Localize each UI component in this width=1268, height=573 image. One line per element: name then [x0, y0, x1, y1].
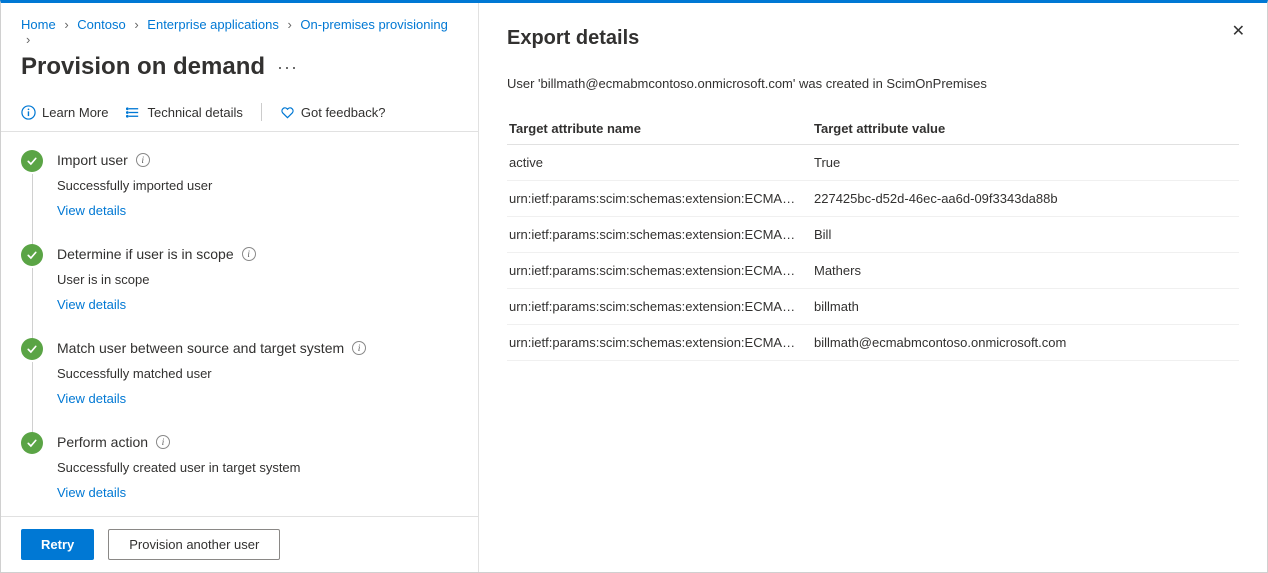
- attr-name: urn:ietf:params:scim:schemas:extension:E…: [507, 325, 812, 361]
- success-icon: [21, 244, 43, 266]
- page-title-row: Provision on demand ···: [1, 49, 478, 95]
- more-icon[interactable]: ···: [277, 57, 298, 78]
- step-match-user: Match user between source and target sys…: [21, 338, 458, 432]
- footer-actions: Retry Provision another user: [1, 516, 478, 572]
- info-icon[interactable]: i: [156, 435, 170, 449]
- attr-value: True: [812, 145, 1239, 181]
- chevron-right-icon: ›: [64, 17, 68, 32]
- toolbar-label: Got feedback?: [301, 105, 386, 120]
- breadcrumb-item[interactable]: Contoso: [77, 17, 125, 32]
- attr-value: billmath@ecmabmcontoso.onmicrosoft.com: [812, 325, 1239, 361]
- attr-value: 227425bc-d52d-46ec-aa6d-09f3343da88b: [812, 181, 1239, 217]
- view-details-link[interactable]: View details: [57, 203, 458, 218]
- chevron-right-icon: ›: [287, 17, 291, 32]
- retry-button[interactable]: Retry: [21, 529, 94, 560]
- attr-name: urn:ietf:params:scim:schemas:extension:E…: [507, 217, 812, 253]
- info-icon[interactable]: i: [352, 341, 366, 355]
- step-description: Successfully matched user: [57, 366, 458, 381]
- table-row: active True: [507, 145, 1239, 181]
- attr-value: Bill: [812, 217, 1239, 253]
- list-icon: [126, 105, 141, 120]
- step-perform-action: Perform action i Successfully created us…: [21, 432, 458, 516]
- toolbar-label: Technical details: [147, 105, 242, 120]
- table-row: urn:ietf:params:scim:schemas:extension:E…: [507, 253, 1239, 289]
- info-icon: [21, 105, 36, 120]
- step-title: Determine if user is in scope: [57, 246, 234, 262]
- step-determine-scope: Determine if user is in scope i User is …: [21, 244, 458, 338]
- view-details-link[interactable]: View details: [57, 485, 458, 500]
- breadcrumb-item[interactable]: Enterprise applications: [147, 17, 279, 32]
- close-icon[interactable]: ✕: [1232, 21, 1245, 41]
- column-header-name: Target attribute name: [507, 113, 812, 145]
- technical-details-link[interactable]: Technical details: [126, 105, 242, 120]
- column-header-value: Target attribute value: [812, 113, 1239, 145]
- attr-name: active: [507, 145, 812, 181]
- success-icon: [21, 150, 43, 172]
- table-header-row: Target attribute name Target attribute v…: [507, 113, 1239, 145]
- step-title: Import user: [57, 152, 128, 168]
- panel-title: Export details: [507, 27, 1239, 50]
- table-row: urn:ietf:params:scim:schemas:extension:E…: [507, 217, 1239, 253]
- toolbar-label: Learn More: [42, 105, 108, 120]
- info-icon[interactable]: i: [136, 153, 150, 167]
- attributes-table: Target attribute name Target attribute v…: [507, 113, 1239, 361]
- breadcrumb-item[interactable]: Home: [21, 17, 56, 32]
- toolbar: Learn More Technical details Got feedbac…: [1, 95, 478, 132]
- provision-another-button[interactable]: Provision another user: [108, 529, 280, 560]
- attr-name: urn:ietf:params:scim:schemas:extension:E…: [507, 181, 812, 217]
- table-row: urn:ietf:params:scim:schemas:extension:E…: [507, 181, 1239, 217]
- success-icon: [21, 432, 43, 454]
- step-description: Successfully created user in target syst…: [57, 460, 458, 475]
- divider: [261, 103, 262, 121]
- info-icon[interactable]: i: [242, 247, 256, 261]
- table-row: urn:ietf:params:scim:schemas:extension:E…: [507, 325, 1239, 361]
- success-icon: [21, 338, 43, 360]
- view-details-link[interactable]: View details: [57, 391, 458, 406]
- step-title: Perform action: [57, 434, 148, 450]
- attr-name: urn:ietf:params:scim:schemas:extension:E…: [507, 253, 812, 289]
- chevron-right-icon: ›: [134, 17, 138, 32]
- table-row: urn:ietf:params:scim:schemas:extension:E…: [507, 289, 1239, 325]
- steps-list: Import user i Successfully imported user…: [1, 132, 478, 516]
- breadcrumb-item[interactable]: On-premises provisioning: [300, 17, 447, 32]
- view-details-link[interactable]: View details: [57, 297, 458, 312]
- step-description: Successfully imported user: [57, 178, 458, 193]
- left-pane: Home › Contoso › Enterprise applications…: [1, 3, 479, 572]
- step-title: Match user between source and target sys…: [57, 340, 344, 356]
- feedback-link[interactable]: Got feedback?: [280, 105, 386, 120]
- chevron-right-icon: ›: [26, 32, 30, 47]
- export-details-panel: ✕ Export details User 'billmath@ecmabmco…: [479, 3, 1267, 572]
- page-title: Provision on demand: [21, 53, 265, 81]
- attr-value: billmath: [812, 289, 1239, 325]
- step-import-user: Import user i Successfully imported user…: [21, 150, 458, 244]
- attr-value: Mathers: [812, 253, 1239, 289]
- breadcrumb: Home › Contoso › Enterprise applications…: [1, 3, 478, 49]
- learn-more-link[interactable]: Learn More: [21, 105, 108, 120]
- step-description: User is in scope: [57, 272, 458, 287]
- attr-name: urn:ietf:params:scim:schemas:extension:E…: [507, 289, 812, 325]
- heart-icon: [280, 105, 295, 120]
- panel-description: User 'billmath@ecmabmcontoso.onmicrosoft…: [507, 76, 1239, 91]
